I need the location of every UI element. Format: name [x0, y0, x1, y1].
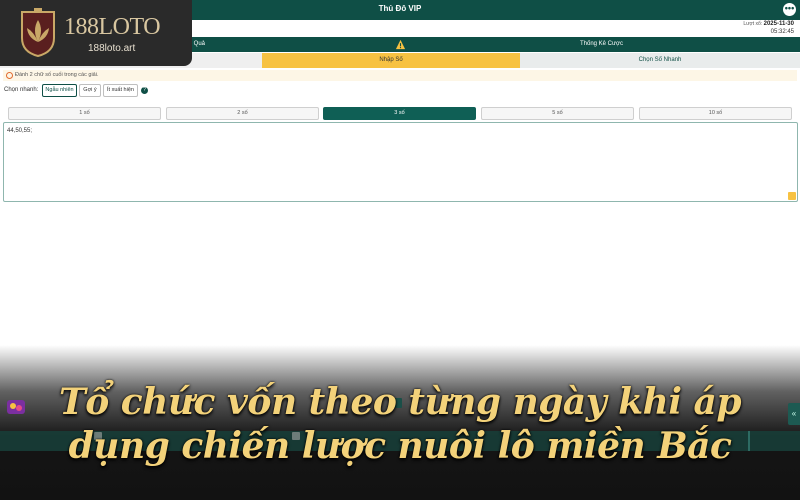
- count-button-1[interactable]: 1 số: [8, 107, 161, 120]
- quick-pick-label: Chọn nhanh:: [4, 87, 39, 93]
- count-button-3[interactable]: 3 số: [323, 107, 476, 120]
- rule-notice: Đánh 2 chữ số cuối trong các giải.: [3, 70, 797, 81]
- count-button-5[interactable]: 5 số: [481, 107, 634, 120]
- help-icon[interactable]: ?: [141, 87, 148, 94]
- tab-enter-number[interactable]: Nhập Số: [262, 53, 520, 68]
- caption: Tổ chức vốn theo từng ngày khi áp dụng c…: [0, 380, 800, 468]
- draw-date-label: Lượt xổ:: [743, 21, 763, 27]
- draw-time: 05:32:45: [770, 29, 794, 35]
- notice-text: Đánh 2 chữ số cuối trong các giải.: [15, 72, 99, 78]
- brand-site: 188loto.art: [88, 43, 136, 54]
- tab-bet-stats[interactable]: Thống Kê Cược: [580, 41, 623, 47]
- draw-date: Lượt xổ: 2025-11-30: [743, 21, 794, 27]
- draw-date-value: 2025-11-30: [763, 21, 794, 27]
- caption-line-2: dụng chiến lược nuôi lô miền Bắc: [68, 425, 732, 467]
- tab-quick-pick[interactable]: Chọn Số Nhanh: [520, 53, 800, 68]
- random-button[interactable]: Ngẫu nhiên: [42, 84, 77, 97]
- number-input-value: 44,50,55;: [7, 128, 33, 134]
- warning-icon[interactable]: [395, 39, 406, 50]
- rarely-appear-button[interactable]: Ít xuất hiện: [103, 84, 138, 97]
- count-options: 1 số 2 số 3 số 5 số 10 số: [0, 107, 800, 120]
- resize-handle-icon[interactable]: [788, 192, 796, 200]
- more-menu-icon[interactable]: •••: [783, 3, 796, 16]
- brand-logo[interactable]: 188LOTO 188loto.art: [0, 0, 192, 66]
- lotus-shield-icon: [21, 8, 55, 58]
- number-input[interactable]: 44,50,55;: [3, 122, 798, 202]
- brand-name: 188LOTO: [64, 14, 161, 40]
- caption-line-1: Tổ chức vốn theo từng ngày khi áp: [58, 381, 742, 423]
- count-button-2[interactable]: 2 số: [166, 107, 319, 120]
- suggest-button[interactable]: Gợi ý: [79, 84, 101, 97]
- count-button-10[interactable]: 10 số: [639, 107, 792, 120]
- screen: Thủ Đô VIP ••• Lượt xổ: 2025-11-30 05:32…: [0, 0, 800, 500]
- info-icon: [6, 72, 13, 79]
